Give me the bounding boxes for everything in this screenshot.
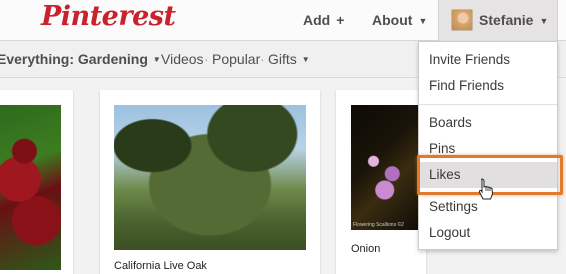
pin-card[interactable]	[0, 90, 73, 274]
separator-dot: ·	[260, 51, 265, 67]
photo-watermark: Flowering Scallions ©2	[353, 222, 404, 228]
top-header: Pinterest Add + About ▼ Stefanie ▼	[0, 0, 566, 41]
add-menu-button[interactable]: Add +	[303, 0, 344, 41]
separator-dot: ·	[153, 51, 158, 67]
menu-item-logout[interactable]: Logout	[419, 220, 557, 246]
chevron-down-icon: ▼	[539, 15, 549, 26]
about-label: About	[372, 12, 413, 28]
hand-cursor-icon	[478, 178, 494, 200]
chevron-down-icon: ▼	[301, 55, 310, 64]
pin-card[interactable]: California Live Oak	[100, 90, 320, 274]
category-menu[interactable]: Everything: Gardening ▼	[0, 51, 161, 67]
user-dropdown-menu: Invite Friends Find Friends Boards Pins …	[418, 41, 558, 250]
plus-icon: +	[336, 12, 345, 28]
pin-caption: California Live Oak	[114, 260, 207, 272]
videos-link[interactable]: Videos	[161, 51, 204, 67]
menu-divider	[419, 104, 557, 105]
separator-dot: ·	[204, 51, 209, 67]
pin-caption: Onion	[351, 243, 381, 255]
rose-pin-image[interactable]	[0, 105, 61, 270]
menu-item-invite-friends[interactable]: Invite Friends	[419, 47, 557, 73]
menu-item-pins[interactable]: Pins	[419, 136, 557, 162]
user-menu-button[interactable]: Stefanie ▼	[438, 0, 558, 41]
chevron-down-icon: ▼	[418, 15, 428, 26]
gifts-menu[interactable]: Gifts ▼	[268, 51, 310, 67]
menu-item-boards[interactable]: Boards	[419, 110, 557, 136]
menu-item-find-friends[interactable]: Find Friends	[419, 73, 557, 99]
pin-card[interactable]: Flowering Scallions ©2 Onion	[336, 90, 426, 274]
about-menu-button[interactable]: About ▼	[372, 0, 427, 41]
popular-link[interactable]: Popular	[212, 51, 260, 67]
pinterest-logo[interactable]: Pinterest	[41, 1, 176, 32]
onion-flower-pin-image[interactable]	[351, 105, 426, 230]
user-name: Stefanie ▼	[479, 0, 548, 42]
avatar	[451, 9, 473, 31]
oak-tree-pin-image[interactable]	[114, 105, 306, 250]
add-label: Add	[303, 12, 331, 28]
